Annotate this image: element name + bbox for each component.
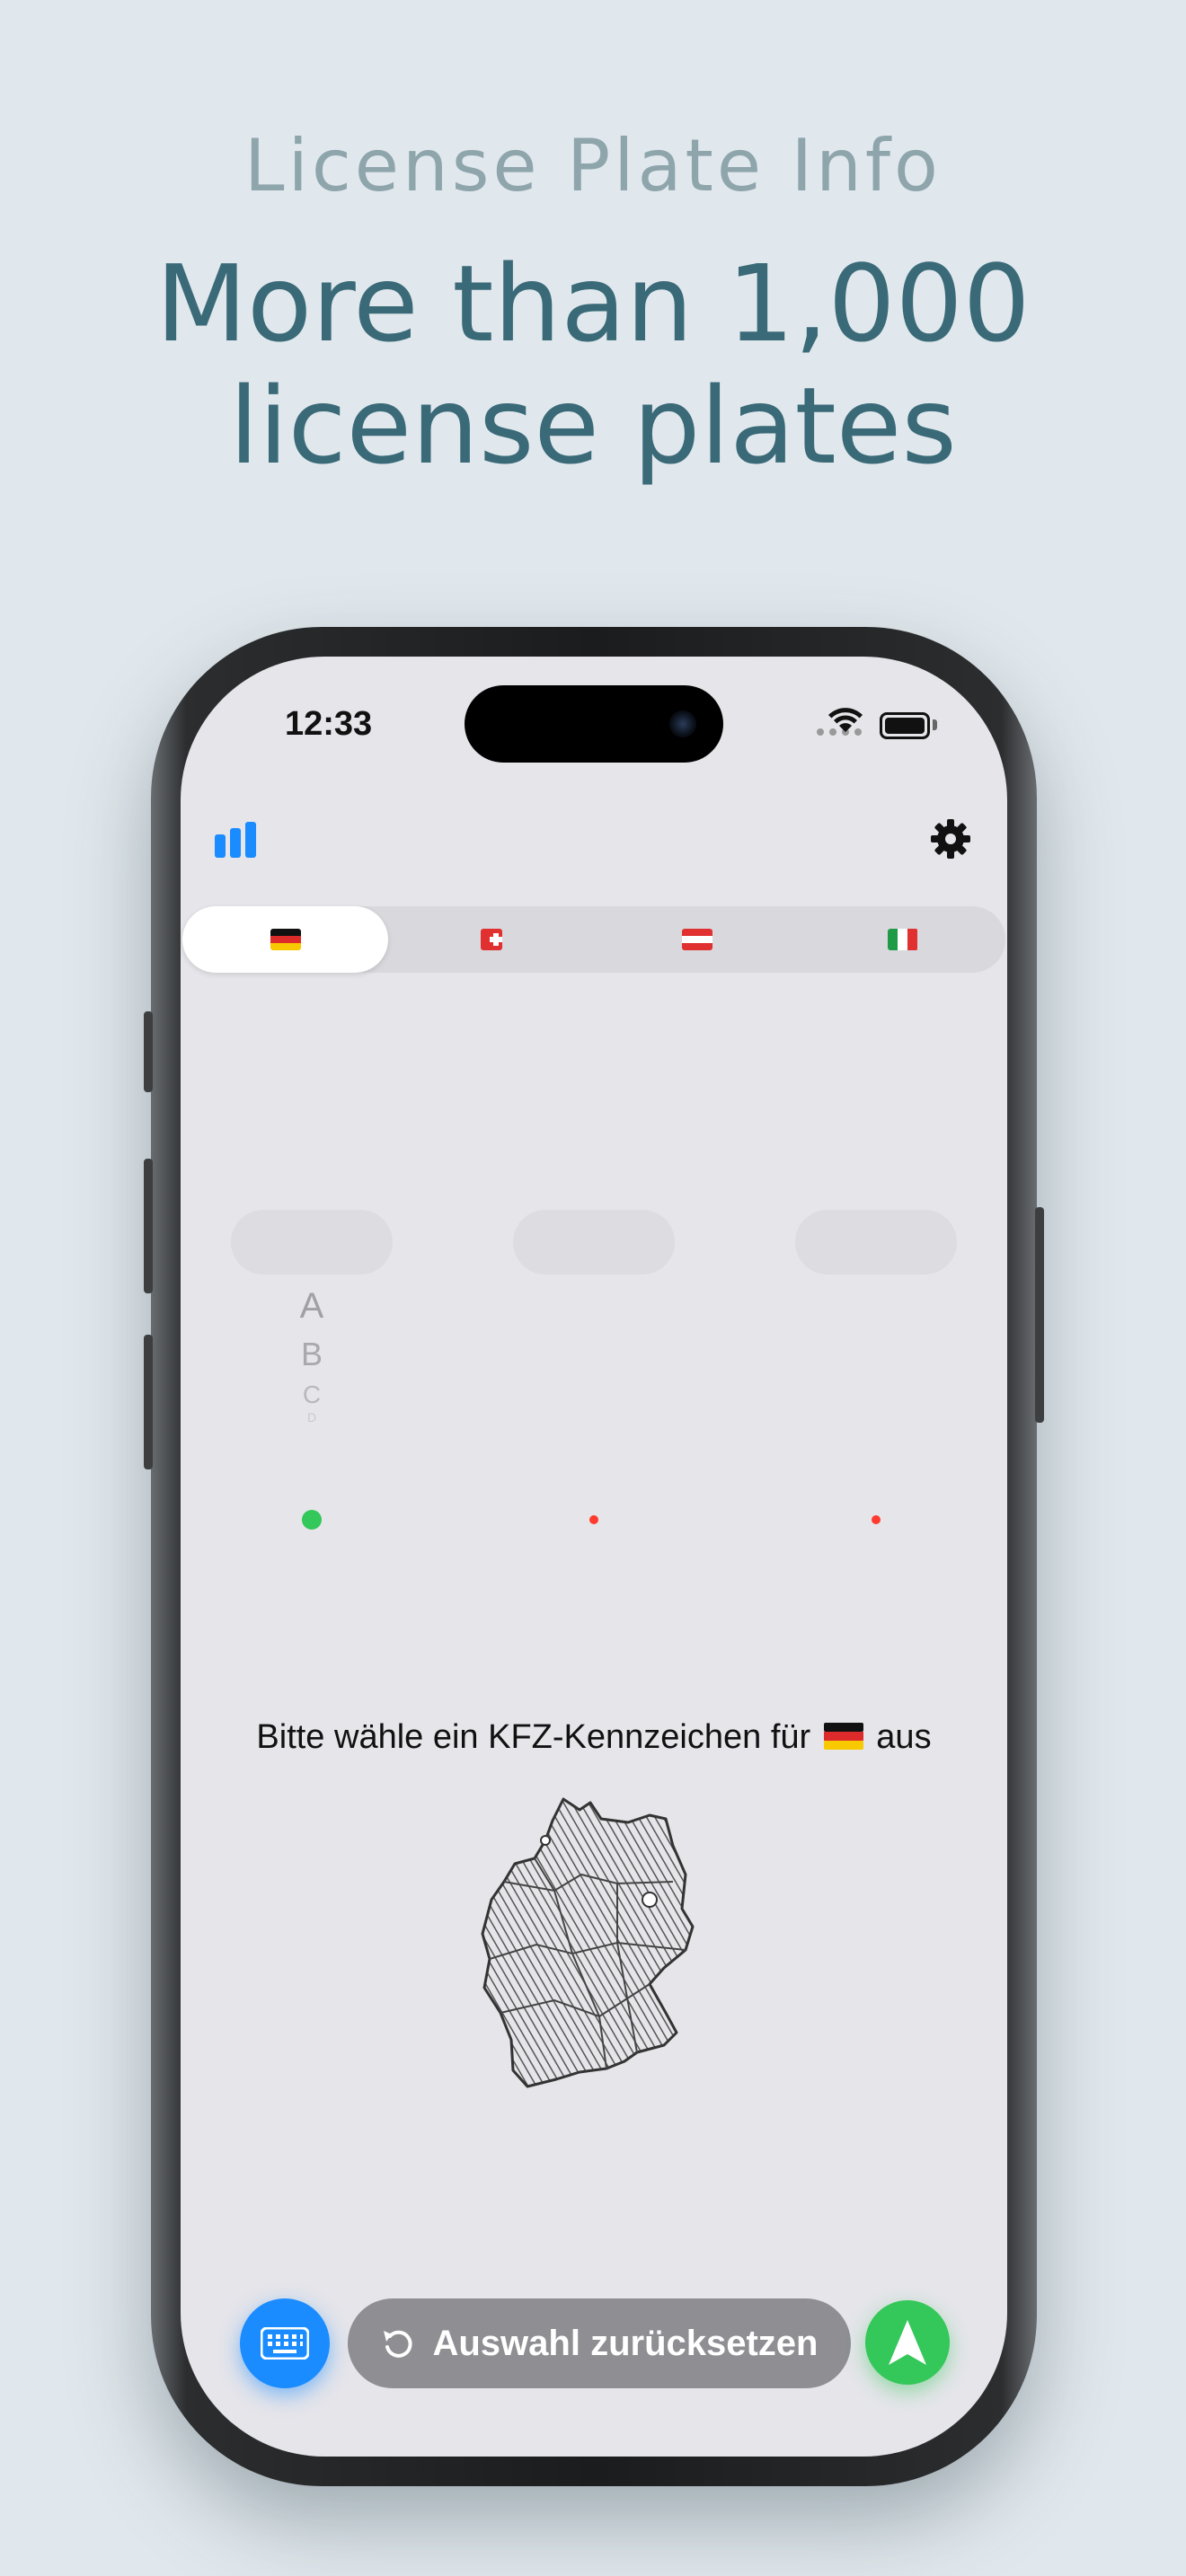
country-segmented-control	[182, 906, 1005, 973]
camera-icon	[669, 710, 696, 737]
italy-flag-icon	[887, 929, 918, 950]
status-time: 12:33	[285, 705, 373, 743]
keyboard-icon	[261, 2327, 309, 2360]
switzerland-flag-icon	[480, 929, 502, 950]
tab-italy[interactable]	[800, 906, 1005, 973]
headline-line-2: license plates	[229, 364, 957, 488]
picker-item: D	[306, 1410, 317, 1425]
wifi-icon	[828, 708, 863, 732]
volume-down-button	[144, 1335, 153, 1469]
tab-switzerland[interactable]	[388, 906, 594, 973]
picker-column-1-items[interactable]: A B C D	[231, 1282, 393, 1424]
germany-flag-icon	[823, 1722, 863, 1750]
silent-switch	[144, 1011, 153, 1092]
picker-item: C	[302, 1381, 322, 1408]
austria-flag-icon	[681, 929, 712, 950]
reset-selection-button[interactable]: Auswahl zurücksetzen	[348, 2298, 851, 2388]
picker-item: B	[300, 1336, 323, 1372]
status-indicator-3	[872, 1515, 881, 1524]
tab-austria[interactable]	[594, 906, 800, 973]
selection-prompt: Bitte wähle ein KFZ-Kennzeichen für aus	[181, 1718, 1007, 1757]
prompt-text: Bitte wähle ein KFZ-Kennzeichen für	[256, 1718, 811, 1756]
location-arrow-icon	[889, 2320, 926, 2365]
picker-wheel-2[interactable]	[513, 1210, 675, 1275]
bar-chart-icon[interactable]	[215, 822, 258, 858]
locate-button[interactable]	[865, 2300, 950, 2385]
volume-up-button	[144, 1159, 153, 1293]
rotate-ccw-icon	[384, 2330, 413, 2358]
dynamic-island	[465, 685, 723, 763]
status-indicator-2	[589, 1515, 598, 1524]
picker-wheel-1[interactable]	[231, 1210, 393, 1275]
promo-subtitle: License Plate Info	[244, 124, 942, 207]
keyboard-button[interactable]	[240, 2298, 330, 2388]
phone-screen: 12:33 A B C D Bitte wähle ein KFZ-Kennze…	[181, 657, 1007, 2457]
battery-tip	[933, 719, 937, 730]
tab-germany[interactable]	[182, 906, 388, 973]
promo-headline: More than 1,000 license plates	[0, 243, 1186, 487]
power-button	[1035, 1207, 1044, 1423]
headline-line-1: More than 1,000	[155, 242, 1031, 366]
gear-icon[interactable]	[928, 816, 973, 861]
germany-flag-icon	[270, 929, 301, 950]
picker-wheel-3[interactable]	[795, 1210, 957, 1275]
battery-icon	[880, 712, 930, 739]
status-indicator-1	[302, 1510, 322, 1530]
prompt-text-suffix: aus	[876, 1718, 932, 1756]
picker-item: A	[299, 1286, 324, 1326]
reset-selection-label: Auswahl zurücksetzen	[432, 2323, 819, 2363]
germany-map-sketch	[481, 1797, 695, 2088]
